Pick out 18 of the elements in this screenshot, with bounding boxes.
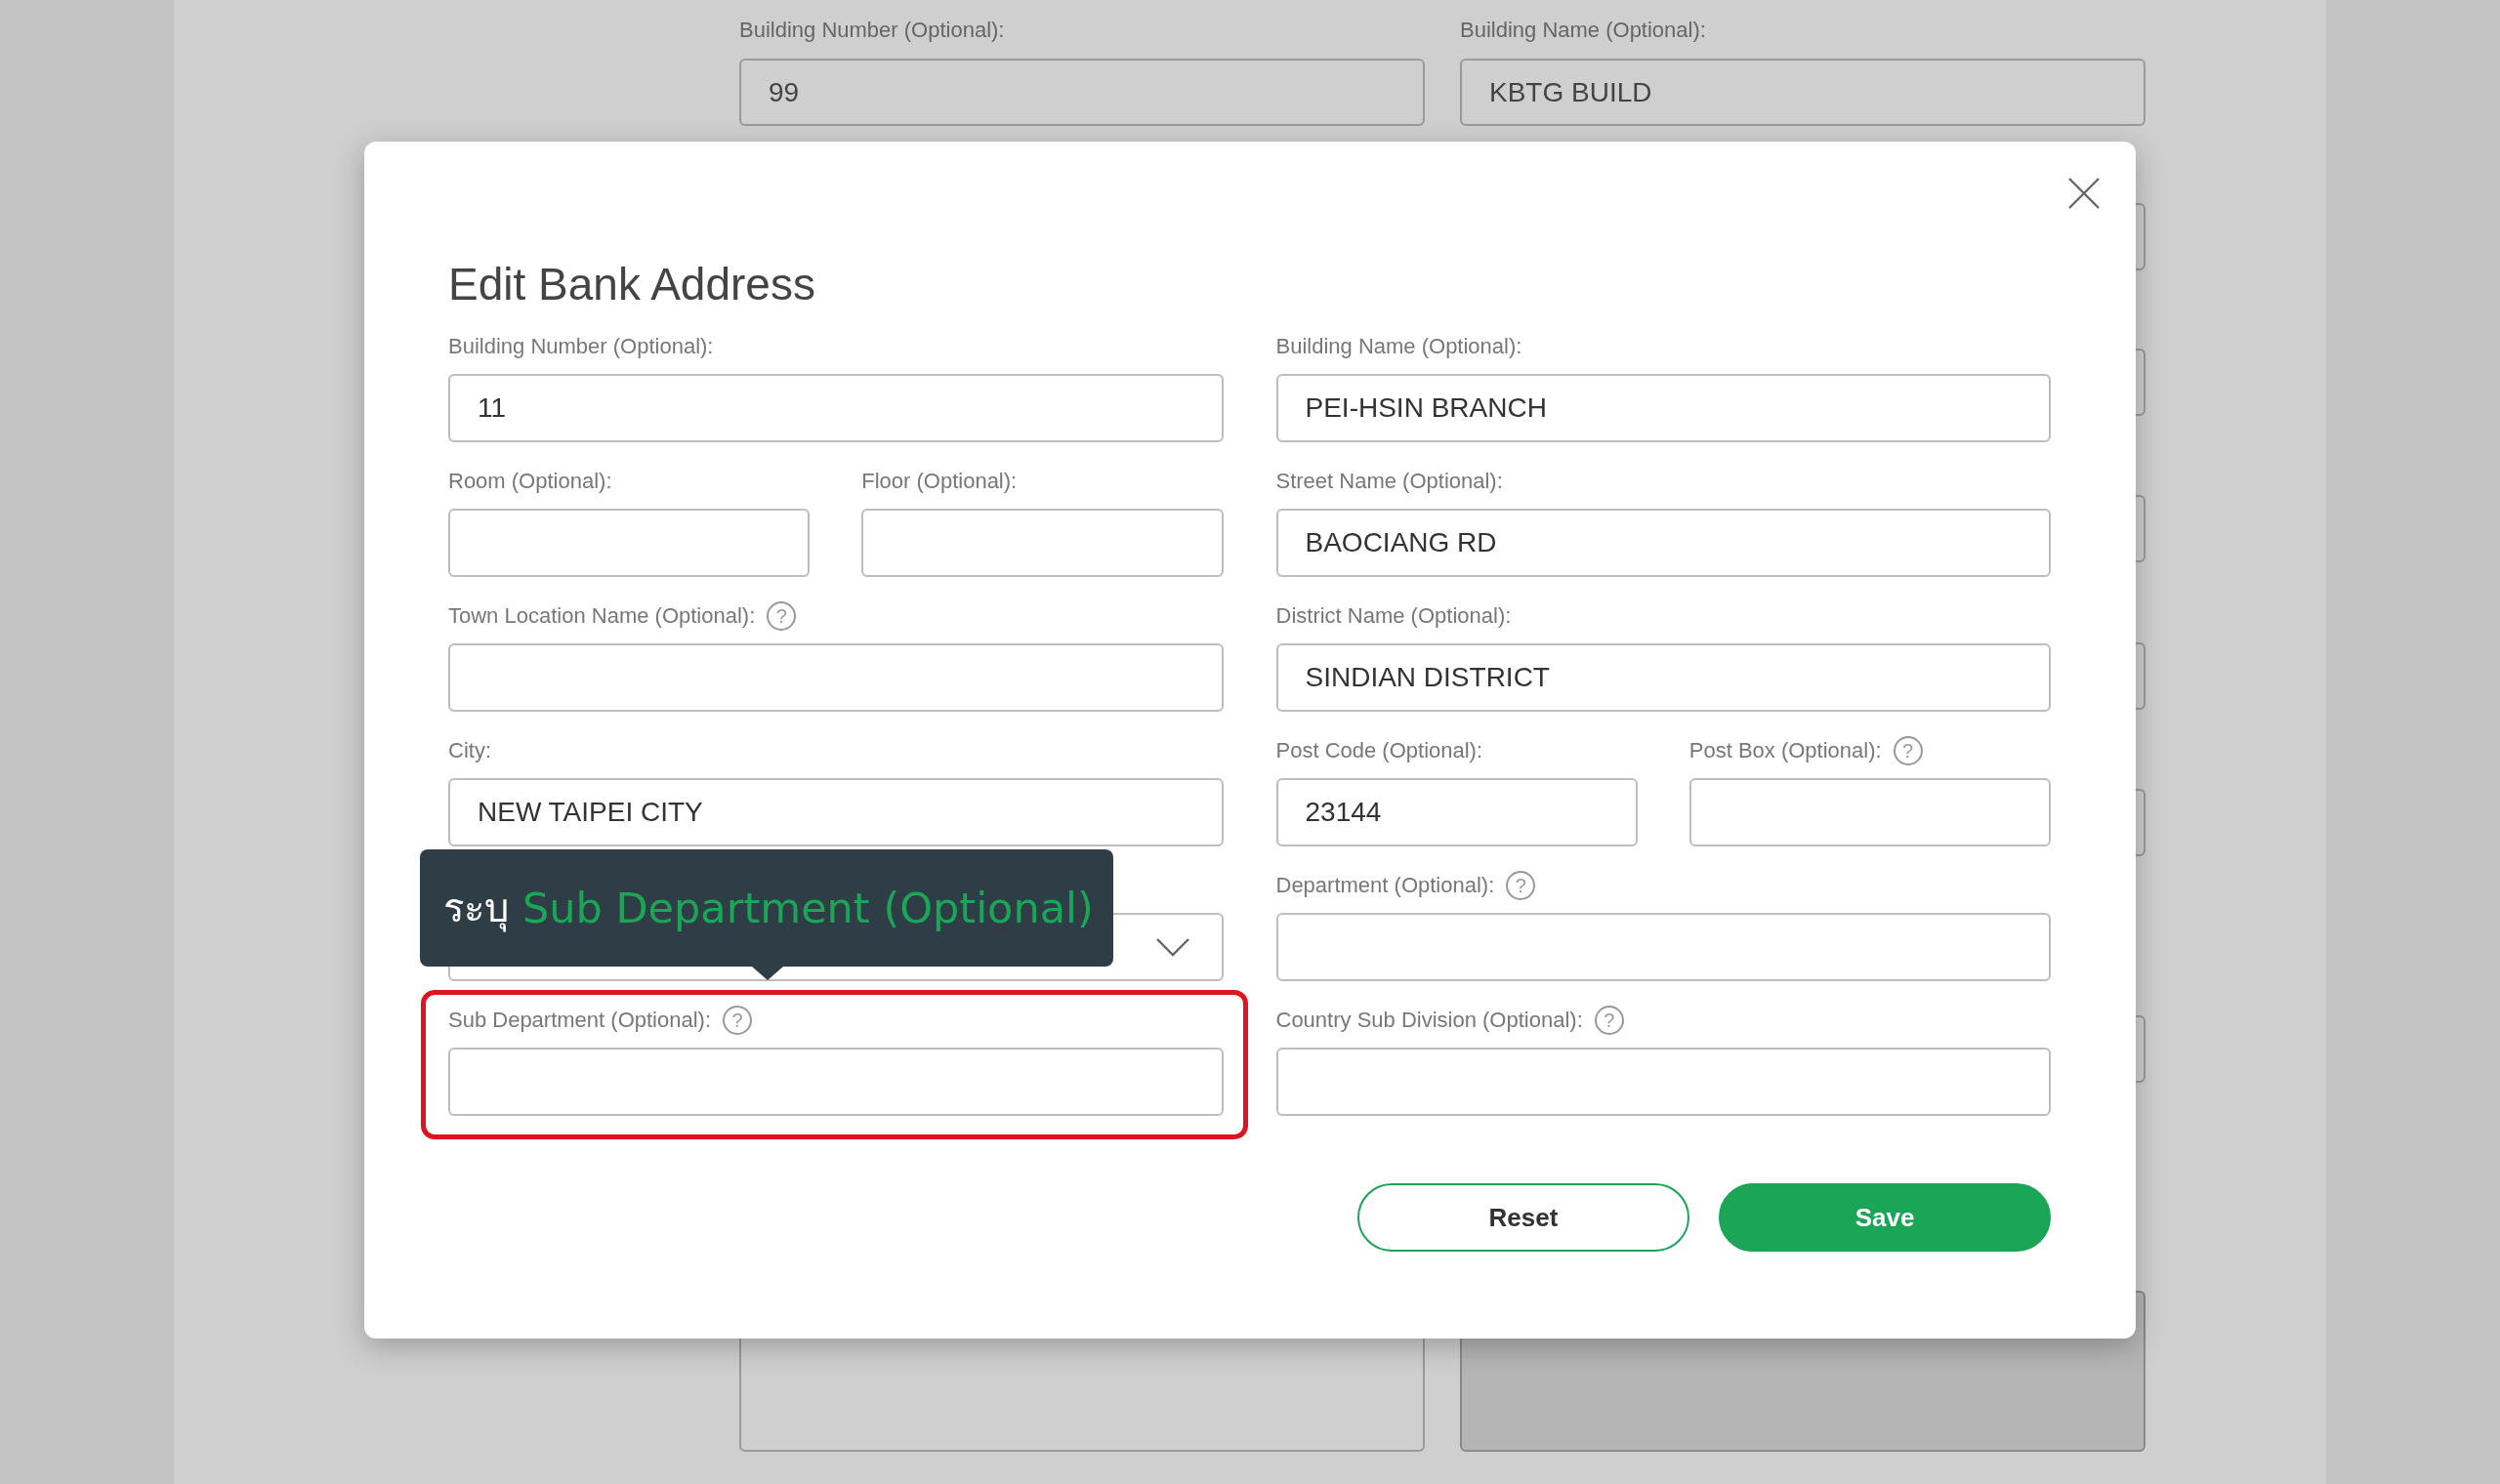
field-label: Sub Department (Optional): bbox=[448, 1008, 712, 1033]
tooltip-text: Sub Department (Optional) bbox=[522, 884, 1094, 932]
field-label: Floor (Optional): bbox=[861, 469, 1018, 494]
field-label: District Name (Optional): bbox=[1275, 603, 1512, 629]
field-label: Post Box (Optional): bbox=[1688, 738, 1882, 763]
field-label: City: bbox=[448, 738, 491, 763]
dialog-title: Edit Bank Address bbox=[448, 258, 816, 311]
field-label: Post Code (Optional): bbox=[1275, 738, 1483, 763]
field-label: Building Number (Optional): bbox=[739, 17, 1006, 44]
field-label: Room (Optional): bbox=[448, 469, 612, 494]
field-label: Town Location Name (Optional): bbox=[448, 603, 756, 629]
field-label: Department (Optional): bbox=[1275, 873, 1495, 898]
field-label: Building Name (Optional): bbox=[1460, 17, 1707, 44]
field-label: Country Sub Division (Optional): bbox=[1275, 1008, 1583, 1033]
field-label: Building Number (Optional): bbox=[448, 334, 714, 359]
field-label: Building Name (Optional): bbox=[1275, 334, 1522, 359]
tooltip-prefix: ระบุ bbox=[443, 885, 509, 934]
field-label: Street Name (Optional): bbox=[1275, 469, 1503, 494]
